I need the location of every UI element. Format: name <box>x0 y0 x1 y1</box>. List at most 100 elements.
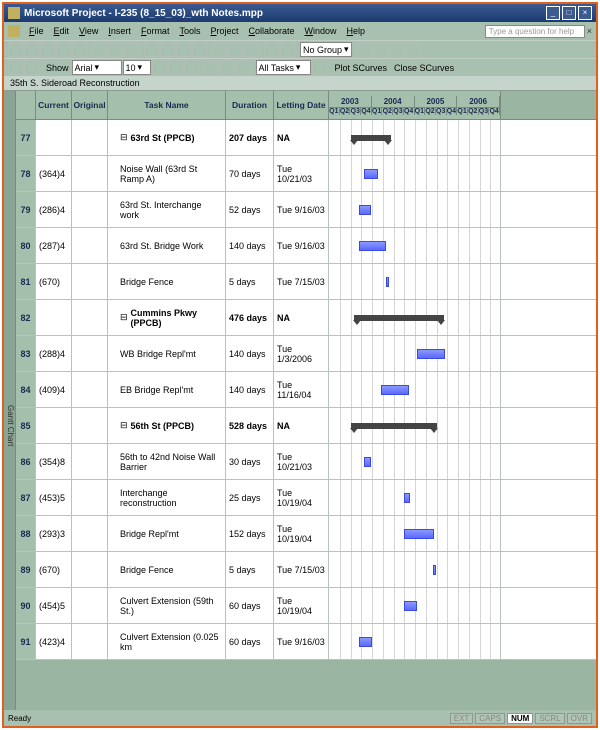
minimize-button[interactable]: _ <box>546 6 560 20</box>
task-row[interactable]: 83(288)4WB Bridge Repl'mt140 daysTue 1/3… <box>16 336 596 372</box>
cell-current[interactable]: (453)5 <box>36 480 72 515</box>
cell-original[interactable] <box>72 300 108 335</box>
cell-taskname[interactable]: Culvert Extension (59th St.) <box>108 588 226 623</box>
menu-insert[interactable]: Insert <box>103 25 136 37</box>
task-grid[interactable]: 7763rd St (PPCB)207 daysNA78(364)4Noise … <box>16 120 596 710</box>
col-letting[interactable]: Letting Date <box>274 91 329 119</box>
cell-duration[interactable]: 52 days <box>226 192 274 227</box>
cell-duration[interactable]: 528 days <box>226 408 274 443</box>
task-row[interactable]: 79(286)463rd St. Interchange work52 days… <box>16 192 596 228</box>
close-scurves-button[interactable]: Close SCurves <box>391 63 457 73</box>
unlink-icon[interactable] <box>176 42 191 57</box>
cell-current[interactable]: (287)4 <box>36 228 72 263</box>
cell-letting[interactable]: NA <box>274 300 329 335</box>
cell-current[interactable]: (409)4 <box>36 372 72 407</box>
task-row[interactable]: 86(354)856th to 42nd Noise Wall Barrier3… <box>16 444 596 480</box>
cell-taskname[interactable]: Culvert Extension (0.025 km <box>108 624 226 659</box>
row-number[interactable]: 81 <box>16 264 36 299</box>
cell-original[interactable] <box>72 228 108 263</box>
gantt-cell[interactable] <box>329 480 501 515</box>
row-number[interactable]: 86 <box>16 444 36 479</box>
cell-duration[interactable]: 152 days <box>226 516 274 551</box>
group-select[interactable]: No Group▾ <box>300 42 352 57</box>
cell-duration[interactable]: 207 days <box>226 120 274 155</box>
row-number[interactable]: 84 <box>16 372 36 407</box>
row-number[interactable]: 78 <box>16 156 36 191</box>
task-row[interactable]: 81(670)Bridge Fence5 daysTue 7/15/03 <box>16 264 596 300</box>
zoomout-icon[interactable] <box>373 42 388 57</box>
view-bar-gantt[interactable]: Gantt Chart <box>4 91 16 710</box>
goto-task-icon[interactable] <box>389 42 404 57</box>
menu-view[interactable]: View <box>74 25 103 37</box>
cell-letting[interactable]: Tue 9/16/03 <box>274 192 329 227</box>
task-row[interactable]: 82Cummins Pkwy (PPCB)476 daysNA <box>16 300 596 336</box>
cell-current[interactable]: (364)4 <box>36 156 72 191</box>
task-row[interactable]: 84(409)4EB Bridge Repl'mt140 daysTue 11/… <box>16 372 596 408</box>
cell-taskname[interactable]: Interchange reconstruction <box>108 480 226 515</box>
cell-original[interactable] <box>72 516 108 551</box>
gantt-cell[interactable] <box>329 516 501 551</box>
cell-letting[interactable]: Tue 9/16/03 <box>274 228 329 263</box>
timeline-header[interactable]: 2003200420052006 Q1Q2Q3Q4Q1Q2Q3Q4Q1Q2Q3Q… <box>329 91 501 119</box>
cell-original[interactable] <box>72 588 108 623</box>
gantt-cell[interactable] <box>329 192 501 227</box>
gantt-cell[interactable] <box>329 408 501 443</box>
gantt-cell[interactable] <box>329 552 501 587</box>
doc-close-button[interactable]: × <box>587 26 592 36</box>
cell-letting[interactable]: Tue 7/15/03 <box>274 264 329 299</box>
cell-original[interactable] <box>72 336 108 371</box>
task-row[interactable]: 89(670)Bridge Fence5 daysTue 7/15/03 <box>16 552 596 588</box>
filter-select[interactable]: All Tasks▾ <box>256 60 311 75</box>
align-left-icon[interactable] <box>204 60 219 75</box>
cell-current[interactable]: (670) <box>36 264 72 299</box>
cell-letting[interactable]: Tue 10/21/03 <box>274 156 329 191</box>
paste-icon[interactable] <box>124 42 139 57</box>
align-right-icon[interactable] <box>236 60 251 75</box>
task-row[interactable]: 7763rd St (PPCB)207 daysNA <box>16 120 596 156</box>
print-icon[interactable] <box>56 42 71 57</box>
task-bar[interactable] <box>359 637 372 647</box>
menu-window[interactable]: Window <box>300 25 342 37</box>
menu-tools[interactable]: Tools <box>174 25 205 37</box>
close-button[interactable]: × <box>578 6 592 20</box>
font-select[interactable]: Arial▾ <box>72 60 122 75</box>
cell-current[interactable] <box>36 408 72 443</box>
cell-duration[interactable]: 60 days <box>226 588 274 623</box>
open-icon[interactable] <box>24 42 39 57</box>
task-row[interactable]: 91(423)4Culvert Extension (0.025 km60 da… <box>16 624 596 660</box>
task-bar[interactable] <box>386 277 389 287</box>
col-rownum[interactable] <box>16 91 36 119</box>
row-number[interactable]: 80 <box>16 228 36 263</box>
cell-duration[interactable]: 140 days <box>226 372 274 407</box>
gantt-cell[interactable] <box>329 624 501 659</box>
cell-current[interactable]: (293)3 <box>36 516 72 551</box>
cell-duration[interactable]: 70 days <box>226 156 274 191</box>
summary-bar[interactable] <box>351 423 437 429</box>
row-number[interactable]: 87 <box>16 480 36 515</box>
task-bar[interactable] <box>417 349 445 359</box>
entry-bar[interactable]: 35th S. Sideroad Reconstruction <box>4 76 596 91</box>
gantt-cell[interactable] <box>329 444 501 479</box>
gantt-cell[interactable] <box>329 120 501 155</box>
gantt-cell[interactable] <box>329 228 501 263</box>
cell-duration[interactable]: 60 days <box>226 624 274 659</box>
cell-taskname[interactable]: WB Bridge Repl'mt <box>108 336 226 371</box>
cell-taskname[interactable]: 63rd St. Bridge Work <box>108 228 226 263</box>
cell-original[interactable] <box>72 120 108 155</box>
cell-current[interactable]: (423)4 <box>36 624 72 659</box>
cell-original[interactable] <box>72 156 108 191</box>
note-icon[interactable] <box>228 42 243 57</box>
bold-icon[interactable] <box>152 60 167 75</box>
task-row[interactable]: 90(454)5Culvert Extension (59th St.)60 d… <box>16 588 596 624</box>
menu-help[interactable]: Help <box>342 25 371 37</box>
titlebar[interactable]: Microsoft Project - I-235 (8_15_03)_wth … <box>4 4 596 22</box>
cell-current[interactable] <box>36 120 72 155</box>
row-number[interactable]: 82 <box>16 300 36 335</box>
cell-taskname[interactable]: Cummins Pkwy (PPCB) <box>108 300 226 335</box>
align-center-icon[interactable] <box>220 60 235 75</box>
task-bar[interactable] <box>381 385 409 395</box>
task-row[interactable]: 8556th St (PPCB)528 daysNA <box>16 408 596 444</box>
indent-icon[interactable] <box>24 60 39 75</box>
task-row[interactable]: 87(453)5Interchange reconstruction25 day… <box>16 480 596 516</box>
publish-icon[interactable] <box>264 42 279 57</box>
